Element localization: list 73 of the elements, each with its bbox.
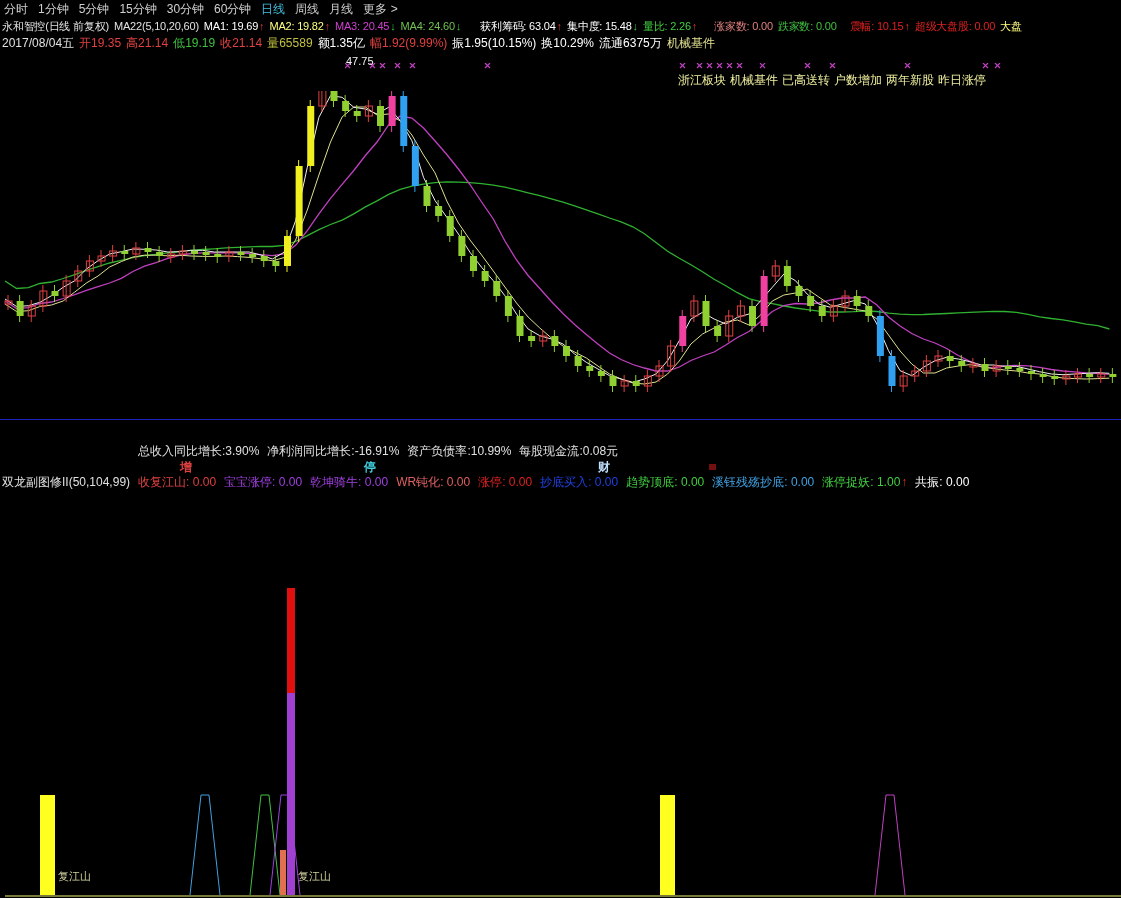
period-tab[interactable]: 月线	[329, 0, 354, 18]
stock-title: 永和智控(日线 前复权)	[2, 19, 109, 35]
indicator-value: 集中度: 15.48	[566, 19, 632, 35]
period-tab[interactable]: 60分钟	[214, 0, 252, 18]
quote-field: 流通6375万	[599, 33, 662, 52]
trend-arrow: ↑	[556, 19, 562, 35]
concept-tag: 机械基件	[730, 70, 778, 89]
indicator-value: 超级大盘股: 0.00	[914, 19, 996, 35]
trend-arrow: ↑	[904, 19, 910, 35]
indicator-value: MA4: 24.60	[400, 19, 455, 35]
indicator-value: 溪钰残殇抄底: 0.00	[712, 474, 815, 490]
sector-name: 机械基件	[666, 34, 715, 52]
quote-field: 换10.29%	[541, 33, 595, 52]
peak-price-label: 47.75	[346, 53, 374, 69]
indicator-value: MA3: 20.45	[335, 19, 390, 35]
quote-field: 收21.14	[220, 33, 263, 52]
period-tab[interactable]: 1分钟	[38, 0, 69, 18]
trend-arrow: ↑	[259, 19, 265, 35]
indicator-value: 量比: 2.26	[642, 19, 691, 35]
trend-arrow: ↓	[390, 19, 396, 35]
concept-tag: 浙江板块	[678, 70, 726, 89]
indicator-value: 获利筹码: 63.04	[480, 19, 556, 35]
trend-arrow: ↑	[901, 474, 908, 490]
ma-params: MA22(5,10,20,60)	[114, 19, 199, 35]
concept-tag: 户数增加	[834, 70, 882, 89]
quote-field: 振1.95(10.15%)	[452, 33, 537, 52]
indicator-value: 大盘	[1000, 19, 1022, 35]
event-marker: 增	[180, 459, 192, 474]
indicator-value: MA2: 19.82	[269, 19, 324, 35]
quote-field: 量65589	[267, 33, 313, 52]
period-tab[interactable]: 分时	[4, 0, 28, 18]
indicator-value: 收复江山: 0.00	[138, 474, 217, 490]
indicator-value: WR钝化: 0.00	[396, 474, 471, 490]
trend-arrow: ↓	[455, 19, 462, 35]
trend-arrow: ↓	[632, 19, 638, 35]
period-tab[interactable]: 日线	[261, 0, 286, 18]
financial-metric: 净利润同比增长:-16.91%	[267, 443, 400, 460]
period-tab[interactable]: 30分钟	[166, 0, 205, 18]
period-tab[interactable]: 15分钟	[119, 0, 157, 18]
indicator-value: 乾坤骑牛: 0.00	[310, 474, 389, 490]
period-tab[interactable]: 5分钟	[78, 0, 110, 18]
quote-field: 开19.35	[79, 33, 122, 52]
indicator-value: MA1: 19.69	[203, 19, 259, 35]
quote-field: 幅1.92(9.99%)	[369, 33, 448, 52]
bar-label: 复江山	[298, 870, 331, 883]
event-marker: 财	[598, 459, 610, 474]
quote-field: 高21.14	[126, 33, 169, 52]
period-tab[interactable]: 更多 >	[363, 0, 398, 18]
indicator-value: 宝宝涨停: 0.00	[224, 474, 303, 490]
wave-marker-icon	[709, 462, 716, 471]
quote-date: 2017/08/04五	[2, 34, 75, 52]
bar-label: 复江山	[58, 870, 91, 883]
indicator-value: 涨家数: 0.00	[714, 19, 773, 35]
indicator-value: 抄底买入: 0.00	[540, 474, 619, 490]
indicator-value: 共振: 0.00	[915, 474, 970, 490]
event-marker: 停	[364, 459, 376, 474]
concept-tag: 昨日涨停	[938, 70, 986, 89]
quote-field: 额1.35亿	[317, 33, 365, 52]
financial-metric: 总收入同比增长:3.90%	[138, 443, 260, 460]
indicator-value: 涨停捉妖: 1.00	[822, 474, 901, 490]
financial-metric: 每股现金流:0.08元	[519, 443, 619, 460]
indicator-value: 震幅: 10.15	[849, 19, 904, 35]
period-tab[interactable]: 周线	[295, 0, 320, 18]
indicator-value: 涨停: 0.00	[478, 474, 533, 490]
indicator-value: 趋势顶底: 0.00	[626, 474, 705, 490]
concept-tag: 已高送转	[782, 70, 830, 89]
concept-tag: 两年新股	[886, 70, 934, 89]
quote-field: 低19.19	[173, 33, 216, 52]
trend-arrow: ↑	[324, 19, 330, 35]
indicator-title: 双龙副图修II(50,104,99)	[2, 474, 131, 490]
indicator-value: 跌家数: 0.00	[777, 19, 837, 35]
trend-arrow: ↑	[691, 19, 698, 35]
financial-metric: 资产负债率:10.99%	[407, 443, 512, 460]
